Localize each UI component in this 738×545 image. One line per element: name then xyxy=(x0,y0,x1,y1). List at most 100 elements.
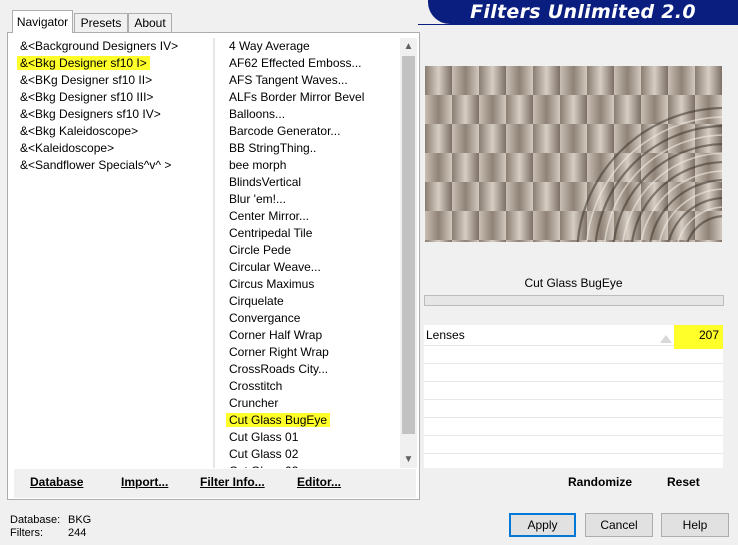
filter-item-label: BlindsVertical xyxy=(229,175,302,189)
filter-item-label: Cut Glass BugEye xyxy=(226,413,331,427)
filter-item-label: ALFs Border Mirror Bevel xyxy=(229,90,365,104)
filter-item[interactable]: BB StringThing.. xyxy=(225,140,400,157)
filter-item[interactable]: Circle Pede xyxy=(225,242,400,259)
filter-item-label: BB StringThing.. xyxy=(229,141,317,155)
list-divider xyxy=(213,38,215,468)
cancel-button[interactable]: Cancel xyxy=(585,513,653,537)
status-database: Database: BKG xyxy=(10,514,91,526)
database-button[interactable]: Database xyxy=(30,475,83,489)
scroll-up-icon[interactable]: ▲ xyxy=(400,38,417,55)
category-list[interactable]: &<Background Designers IV> &<Bkg Designer… xyxy=(16,38,212,468)
param-row-empty xyxy=(424,418,723,436)
filter-item-label: Cruncher xyxy=(229,396,279,410)
filter-item[interactable]: Cut Glass 01 xyxy=(225,429,400,446)
filter-item-label: Cut Glass 01 xyxy=(229,430,299,444)
filter-list[interactable]: 4 Way Average AF62 Effected Emboss... AFS … xyxy=(225,38,400,468)
filter-item-label: Convergance xyxy=(229,311,301,325)
filter-item[interactable]: 4 Way Average xyxy=(225,38,400,55)
filter-item[interactable]: Corner Right Wrap xyxy=(225,344,400,361)
filter-info-button[interactable]: Filter Info... xyxy=(200,475,265,489)
category-item-label: &<Bkg Designer sf10 I> xyxy=(17,56,150,70)
scroll-thumb[interactable] xyxy=(402,56,415,434)
filter-item-label: CrossRoads City... xyxy=(229,362,329,376)
category-item[interactable]: &<Sandflower Specials^v^ > xyxy=(16,157,212,174)
scroll-down-icon[interactable]: ▼ xyxy=(400,451,417,468)
filter-item[interactable]: ALFs Border Mirror Bevel xyxy=(225,89,400,106)
filter-list-scrollbar[interactable]: ▲ ▼ xyxy=(400,38,417,468)
filter-item[interactable]: Cut Glass BugEye xyxy=(225,412,400,429)
app-title: Filters Unlimited 2.0 xyxy=(428,0,738,24)
current-filter-name: Cut Glass BugEye xyxy=(424,271,723,295)
filter-item[interactable]: Corner Half Wrap xyxy=(225,327,400,344)
tab-about[interactable]: About xyxy=(128,13,172,32)
filter-item-label: AF62 Effected Emboss... xyxy=(229,56,362,70)
filter-item[interactable]: Cirquelate xyxy=(225,293,400,310)
filter-item-label: Corner Half Wrap xyxy=(229,328,323,342)
filter-item[interactable]: Cruncher xyxy=(225,395,400,412)
filter-item-label: Barcode Generator... xyxy=(229,124,341,138)
category-item[interactable]: &<Background Designers IV> xyxy=(16,38,212,55)
filter-item-label: Center Mirror... xyxy=(229,209,310,223)
filter-item[interactable]: Cut Glass 03 xyxy=(225,463,400,468)
status-filters: Filters: 244 xyxy=(10,527,86,539)
param-row-empty xyxy=(424,400,723,418)
filter-item[interactable]: bee morph xyxy=(225,157,400,174)
category-item-label: &<BKg Designer sf10 II> xyxy=(20,73,153,87)
filter-item[interactable]: Center Mirror... xyxy=(225,208,400,225)
param-row-empty xyxy=(424,364,723,382)
filter-item-label: Circular Weave... xyxy=(229,260,321,274)
status-filters-value: 244 xyxy=(68,527,87,539)
filter-item[interactable]: Barcode Generator... xyxy=(225,123,400,140)
filter-item-label: 4 Way Average xyxy=(229,39,310,53)
filter-item[interactable]: Crosstitch xyxy=(225,378,400,395)
filter-item[interactable]: BlindsVertical xyxy=(225,174,400,191)
status-database-value: BKG xyxy=(68,514,92,526)
category-item[interactable]: &<Bkg Designers sf10 IV> xyxy=(16,106,212,123)
slider-thumb-icon[interactable] xyxy=(660,335,672,343)
category-item[interactable]: &<Bkg Kaleidoscope> xyxy=(16,123,212,140)
param-row-empty xyxy=(424,436,723,454)
filter-item[interactable]: Cut Glass 02 xyxy=(225,446,400,463)
filter-item-label: Centripedal Tile xyxy=(229,226,313,240)
filter-item[interactable]: Balloons... xyxy=(225,106,400,123)
filter-item[interactable]: Circular Weave... xyxy=(225,259,400,276)
tab-navigator[interactable]: Navigator xyxy=(12,10,73,33)
category-item-label: &<Bkg Designer sf10 III> xyxy=(20,90,154,104)
reset-button[interactable]: Reset xyxy=(667,475,700,489)
category-item-label: &<Sandflower Specials^v^ > xyxy=(20,158,172,172)
category-item[interactable]: &<Kaleidoscope> xyxy=(16,140,212,157)
category-item-label: &<Kaleidoscope> xyxy=(20,141,115,155)
randomize-button[interactable]: Randomize xyxy=(568,475,632,489)
filter-item-label: Crosstitch xyxy=(229,379,283,393)
filter-item[interactable]: CrossRoads City... xyxy=(225,361,400,378)
tab-presets[interactable]: Presets xyxy=(74,13,128,32)
parameter-panel: Lenses 207 xyxy=(424,325,723,468)
help-button[interactable]: Help xyxy=(661,513,729,537)
apply-button[interactable]: Apply xyxy=(509,513,576,537)
category-item[interactable]: &<BKg Designer sf10 II> xyxy=(16,72,212,89)
filter-item[interactable]: Centripedal Tile xyxy=(225,225,400,242)
param-row-lenses[interactable]: Lenses 207 xyxy=(424,325,723,349)
category-item-label: &<Bkg Kaleidoscope> xyxy=(20,124,139,138)
category-item[interactable]: &<Bkg Designer sf10 III> xyxy=(16,89,212,106)
filter-item[interactable]: AF62 Effected Emboss... xyxy=(225,55,400,72)
parameter-button-bar: Randomize Reset xyxy=(424,469,723,498)
filter-item[interactable]: Convergance xyxy=(225,310,400,327)
filter-item[interactable]: AFS Tangent Waves... xyxy=(225,72,400,89)
filter-item-label: Blur 'em!... xyxy=(229,192,286,206)
filter-item-label: bee morph xyxy=(229,158,287,172)
filter-item-label: Circus Maximus xyxy=(229,277,315,291)
progress-bar xyxy=(424,295,724,306)
category-item[interactable]: &<Bkg Designer sf10 I> xyxy=(16,55,212,72)
param-row-empty xyxy=(424,382,723,400)
import-button[interactable]: Import... xyxy=(121,475,168,489)
status-filters-label: Filters: xyxy=(10,527,43,539)
status-database-label: Database: xyxy=(10,514,61,526)
filter-item-label: Cirquelate xyxy=(229,294,284,308)
filter-preview-image xyxy=(425,66,722,242)
editor-button[interactable]: Editor... xyxy=(297,475,341,489)
filter-item[interactable]: Blur 'em!... xyxy=(225,191,400,208)
filter-item[interactable]: Circus Maximus xyxy=(225,276,400,293)
filter-item-label: Circle Pede xyxy=(229,243,292,257)
filter-item-label: Cut Glass 02 xyxy=(229,447,299,461)
